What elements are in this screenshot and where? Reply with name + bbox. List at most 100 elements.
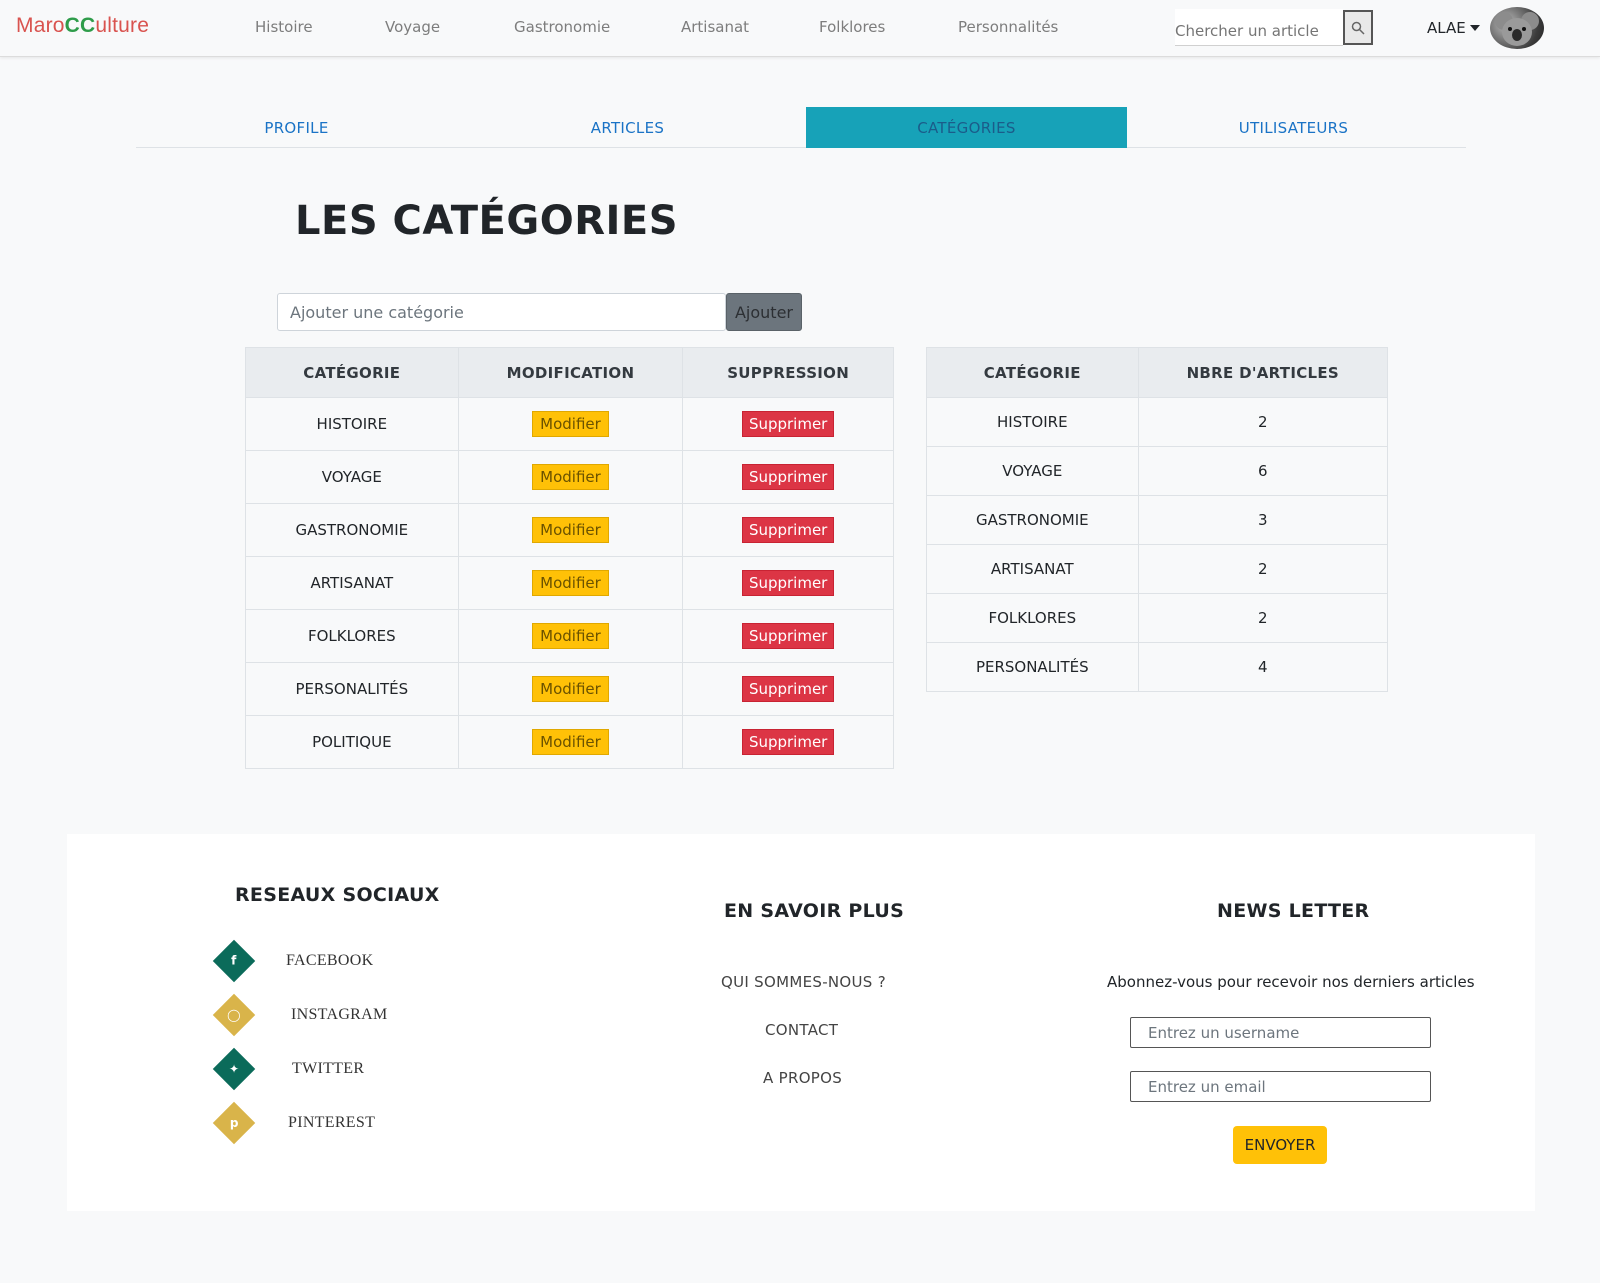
category-cell: FOLKLORES [245, 609, 459, 663]
delete-button[interactable]: Supprimer [741, 676, 835, 702]
delete-button[interactable]: Supprimer [741, 517, 835, 543]
username-placeholder: Entrez un username [1148, 1023, 1300, 1042]
category-cell: HISTOIRE [245, 397, 459, 451]
delete-button[interactable]: Supprimer [741, 729, 835, 755]
footer-link-contact[interactable]: CONTACT [765, 1021, 838, 1039]
category-cell: POLITIQUE [245, 715, 459, 769]
delete-cell: Supprimer [682, 715, 894, 769]
category-cell: ARTISANAT [245, 556, 459, 610]
tab-articles[interactable]: ARTICLES [467, 107, 788, 148]
footer-link-about-us[interactable]: QUI SOMMES-NOUS ? [721, 973, 886, 991]
newsletter-email-input[interactable]: Entrez un email [1130, 1071, 1431, 1102]
social-facebook-link[interactable]: FACEBOOK [286, 952, 373, 970]
social-twitter-badge[interactable]: ✦ [212, 1047, 256, 1091]
social-facebook-badge[interactable]: f [212, 939, 256, 983]
delete-cell: Supprimer [682, 662, 894, 716]
newsletter-send-button[interactable]: ENVOYER [1233, 1126, 1327, 1164]
koala-avatar-image [1495, 12, 1539, 46]
category-cell: VOYAGE [245, 450, 459, 504]
modify-button[interactable]: Modifier [532, 623, 609, 649]
table-row: PERSONALITÉS 4 [926, 642, 1389, 692]
more-title: EN SAVOIR PLUS [724, 900, 905, 922]
modify-cell: Modifier [457, 397, 684, 451]
brand-logo[interactable]: MaroCCulture [16, 14, 149, 38]
social-twitter-link[interactable]: TWITTER [292, 1060, 364, 1078]
table-row: HISTOIRE 2 [926, 397, 1389, 447]
nav-link-artisanat[interactable]: Artisanat [681, 18, 749, 36]
search-icon [1351, 21, 1365, 35]
avatar[interactable] [1490, 7, 1544, 49]
user-name: ALAE [1427, 19, 1466, 37]
tab-categories[interactable]: CATÉGORIES [806, 107, 1127, 148]
nav-link-personnalites[interactable]: Personnalités [958, 18, 1058, 36]
table-row: GASTRONOMIE Modifier Supprimer [245, 503, 894, 557]
social-instagram-badge[interactable]: ◯ [212, 993, 256, 1037]
pinterest-icon: p [212, 1101, 256, 1145]
social-instagram-link[interactable]: INSTAGRAM [291, 1006, 388, 1024]
delete-button[interactable]: Supprimer [741, 464, 835, 490]
newsletter-username-input[interactable]: Entrez un username [1130, 1017, 1431, 1048]
newsletter-title: NEWS LETTER [1217, 900, 1370, 922]
table-row: FOLKLORES 2 [926, 593, 1389, 643]
social-title: RESEAUX SOCIAUX [235, 884, 440, 906]
search-button[interactable] [1343, 10, 1373, 45]
table-row: VOYAGE 6 [926, 446, 1389, 496]
add-category-input[interactable]: Ajouter une catégorie [277, 293, 726, 331]
table-row: ARTISANAT Modifier Supprimer [245, 556, 894, 610]
tab-users[interactable]: UTILISATEURS [1133, 107, 1454, 148]
category-count-table: CATÉGORIE NBRE D'ARTICLES HISTOIRE 2 VOYAG… [926, 347, 1389, 692]
category-cell: GASTRONOMIE [926, 495, 1139, 545]
footer-link-a-propos[interactable]: A PROPOS [763, 1069, 842, 1087]
facebook-icon: f [212, 939, 256, 983]
table-row: GASTRONOMIE 3 [926, 495, 1389, 545]
add-category-placeholder: Ajouter une catégorie [290, 302, 464, 322]
nav-link-voyage[interactable]: Voyage [385, 18, 440, 36]
table-row: FOLKLORES Modifier Supprimer [245, 609, 894, 663]
delete-button[interactable]: Supprimer [741, 623, 835, 649]
table-header-row: CATÉGORIE NBRE D'ARTICLES [926, 347, 1389, 398]
instagram-icon: ◯ [212, 993, 256, 1037]
modify-cell: Modifier [457, 609, 684, 663]
social-pinterest-badge[interactable]: p [212, 1101, 256, 1145]
category-cell: GASTRONOMIE [245, 503, 459, 557]
brand-part-3: ulture [95, 14, 150, 37]
category-cell: PERSONALITÉS [245, 662, 459, 716]
modify-button[interactable]: Modifier [532, 517, 609, 543]
delete-cell: Supprimer [682, 556, 894, 610]
tab-profile[interactable]: PROFILE [136, 107, 457, 148]
modify-button[interactable]: Modifier [532, 676, 609, 702]
table-row: VOYAGE Modifier Supprimer [245, 450, 894, 504]
brand-part-1: Maro [16, 14, 65, 37]
user-menu-toggle[interactable]: ALAE [1427, 19, 1480, 37]
category-cell: FOLKLORES [926, 593, 1139, 643]
nav-link-folklores[interactable]: Folklores [819, 18, 885, 36]
modify-button[interactable]: Modifier [532, 411, 609, 437]
table-header-row: CATÉGORIE MODIFICATION SUPPRESSION [245, 347, 894, 398]
modify-button[interactable]: Modifier [532, 729, 609, 755]
social-pinterest-link[interactable]: PINTEREST [288, 1114, 375, 1132]
search-input[interactable] [1175, 9, 1343, 46]
page-title: LES CATÉGORIES [295, 198, 679, 244]
delete-cell: Supprimer [682, 609, 894, 663]
modify-button[interactable]: Modifier [532, 464, 609, 490]
add-category-button[interactable]: Ajouter [726, 293, 802, 331]
modify-cell: Modifier [457, 503, 684, 557]
table-row: ARTISANAT 2 [926, 544, 1389, 594]
column-header-modification: MODIFICATION [457, 347, 684, 398]
category-cell: VOYAGE [926, 446, 1139, 496]
delete-cell: Supprimer [682, 397, 894, 451]
modify-cell: Modifier [457, 715, 684, 769]
caret-down-icon [1469, 25, 1480, 31]
category-cell: HISTOIRE [926, 397, 1139, 447]
category-cell: PERSONALITÉS [926, 642, 1139, 692]
twitter-icon: ✦ [212, 1047, 256, 1091]
modify-cell: Modifier [457, 556, 684, 610]
modify-cell: Modifier [457, 450, 684, 504]
column-header-category: CATÉGORIE [926, 347, 1139, 398]
article-count-cell: 2 [1137, 544, 1389, 594]
nav-link-histoire[interactable]: Histoire [255, 18, 313, 36]
nav-link-gastronomie[interactable]: Gastronomie [514, 18, 610, 36]
modify-button[interactable]: Modifier [532, 570, 609, 596]
delete-button[interactable]: Supprimer [741, 411, 835, 437]
delete-button[interactable]: Supprimer [741, 570, 835, 596]
